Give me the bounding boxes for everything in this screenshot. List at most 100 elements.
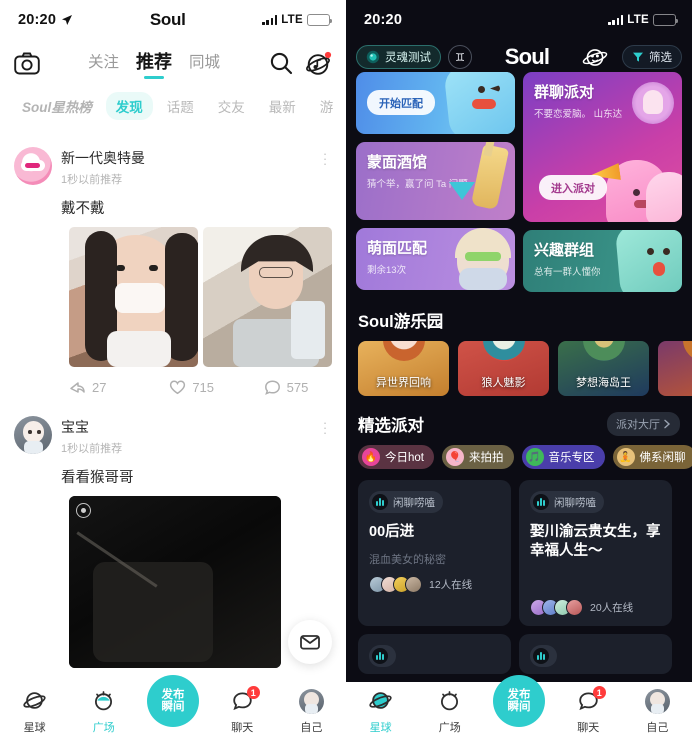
tabbar-item-profile[interactable]: 自己 [277,689,346,735]
post-actions: 27 715 575 [69,379,332,396]
right-status-bar: 20:20 LTE [346,0,692,40]
planet-face-icon[interactable] [582,47,609,68]
party-card-list[interactable]: 闲聊唠嗑 00后进 混血美女的秘密 12人在线 闲聊唠嗑 娶川渝云贵女生，享幸福… [346,480,692,674]
game-card[interactable]: 梦想海岛王 [558,341,649,396]
post-feed[interactable]: 新一代奥特曼 1秒以前推荐 · · · 戴不戴 27 715 575 宝宝 1秒… [0,137,346,682]
profile-avatar-icon [644,689,670,714]
soul-test-button[interactable]: 灵魂测试 [356,45,441,69]
signal-bars-icon [262,15,278,25]
publish-moment-button[interactable]: 发布 瞬间 [147,675,199,727]
enter-party-button[interactable]: 进入派对 [539,175,607,200]
party-card[interactable] [519,634,672,674]
tab-recommend[interactable]: 推荐 [136,48,172,79]
game-card[interactable] [658,341,692,396]
chip-zen-chat[interactable]: 🧘 佛系闲聊 [612,445,692,469]
filter-button[interactable]: 筛选 [622,45,682,69]
gemini-icon[interactable]: ♊ [448,45,472,69]
tabbar-item-planet[interactable]: 星球 [0,689,69,735]
camera-icon[interactable] [14,52,40,75]
game-name: 梦想海岛王 [576,377,631,389]
video-badge-icon [76,503,91,518]
post-timestamp: 1秒以前推荐 [61,443,123,455]
chip-today-hot[interactable]: 🔥 今日hot [358,445,434,469]
chip-music-zone[interactable]: 🎵 音乐专区 [521,445,605,469]
battery-icon [653,14,679,26]
game-avatar [382,341,425,361]
party-hall-label: 派对大厅 [616,419,660,431]
game-card[interactable]: 狼人魅影 [458,341,549,396]
carrier-label: LTE [627,14,649,26]
card-interest-group[interactable]: 兴趣群组 总有一群人懂你 [523,230,682,292]
soul-test-label: 灵魂测试 [385,52,431,64]
game-card-row[interactable]: 异世界回响 狼人魅影 梦想海岛王 [346,341,692,396]
card-start-match[interactable]: 开始匹配 [356,72,515,134]
app-title: Soul [149,10,186,29]
subtab-star-rank[interactable]: Soul星热榜 [12,92,102,120]
card-group-party[interactable]: 群聊派对 不要恋爱脑。 山东达 进入派对 [523,72,682,222]
subtab-topic[interactable]: 话题 [157,92,204,120]
comment-action[interactable]: 575 [264,379,332,396]
left-phone-screen: 20:20 Soul LTE 关注 推荐 同城 Soul星热榜 发现 话题 交友… [0,0,346,750]
more-vertical-icon[interactable]: · · · [318,416,332,439]
feed-post[interactable]: 新一代奥特曼 1秒以前推荐 · · · 戴不戴 27 715 575 [0,137,346,396]
share-count: 27 [92,380,107,395]
tabbar-item-chat[interactable]: 1 聊天 [554,686,623,735]
status-time: 20:20 [364,12,403,28]
tab-nearby[interactable]: 同城 [189,50,220,77]
search-icon[interactable] [268,50,295,77]
card-masked-bar[interactable]: 蒙面酒馆 猜个举，赢了问 Ta 问题 [356,142,515,220]
tabbar-item-profile[interactable]: 自己 [623,689,692,735]
like-action[interactable]: 715 [169,379,237,396]
tab-follow[interactable]: 关注 [88,50,119,77]
discover-scroll[interactable]: 开始匹配 蒙面酒馆 猜个举，赢了问 Ta 问题 萌面匹配 剩余13次 群聊派对 … [346,72,692,682]
subtab-discover[interactable]: 发现 [105,92,153,120]
party-title: 00后进 [369,524,415,540]
post-video[interactable] [69,496,281,668]
tabbar-label: 星球 [369,721,392,734]
equalizer-icon [533,648,549,664]
tabbar-item-square[interactable]: 广场 [69,689,138,735]
carrier-label: LTE [281,14,303,26]
soul-orb-icon [366,50,380,64]
post-image[interactable] [203,227,332,367]
post-image[interactable] [69,227,198,367]
more-vertical-icon[interactable]: · · · [318,147,332,170]
game-avatar [682,341,692,361]
party-card[interactable]: 闲聊唠嗑 娶川渝云贵女生，享幸福人生～ 20人在线 [519,480,672,626]
publish-moment-button[interactable]: 发布 瞬间 [493,675,545,727]
tabbar-label: 聊天 [577,721,600,734]
avatar-stack [530,599,583,616]
chat-badge: 1 [246,686,260,699]
message-fab[interactable] [288,620,332,664]
post-author[interactable]: 新一代奥特曼 [61,148,309,168]
party-tag: 闲聊唠嗑 [530,491,604,513]
party-card[interactable] [358,634,511,674]
party-card[interactable]: 闲聊唠嗑 00后进 混血美女的秘密 12人在线 [358,480,511,626]
subtab-latest[interactable]: 最新 [259,92,306,120]
post-text: 戴不戴 [61,201,105,217]
sub-tab-group: Soul星热榜 发现 话题 交友 最新 游 [0,86,346,129]
avatar[interactable] [14,147,52,185]
tabbar-label: 广场 [92,721,115,734]
avatar[interactable] [14,416,52,454]
status-time: 20:20 [18,12,57,28]
chip-come-shoot[interactable]: 🎈 来拍拍 [442,445,514,469]
game-card[interactable]: 异世界回响 [358,341,449,396]
feature-card-grid: 开始匹配 蒙面酒馆 猜个举，赢了问 Ta 问题 萌面匹配 剩余13次 群聊派对 … [346,72,692,292]
right-phone-screen: 20:20 LTE 灵魂测试 ♊ Soul 筛选 开始匹配 蒙面酒馆 猜个举，赢… [346,0,692,750]
party-hall-button[interactable]: 派对大厅 [607,412,680,436]
park-section-header: Soul游乐园 [346,292,692,341]
share-action[interactable]: 27 [69,379,137,396]
tabbar-item-planet[interactable]: 星球 [346,689,415,735]
tabbar-item-square[interactable]: 广场 [415,689,484,735]
subtab-games[interactable]: 游 [310,92,344,120]
post-author[interactable]: 宝宝 [61,417,309,437]
post-image-grid[interactable] [69,227,332,367]
subtab-friends[interactable]: 交友 [208,92,255,120]
card-cute-match[interactable]: 萌面匹配 剩余13次 [356,228,515,290]
party-category-chips[interactable]: 🔥 今日hot 🎈 来拍拍 🎵 音乐专区 🧘 佛系闲聊 [346,445,692,480]
publish-line2: 瞬间 [161,701,185,713]
start-match-button[interactable]: 开始匹配 [367,90,435,115]
music-planet-icon[interactable] [305,50,332,77]
tabbar-item-chat[interactable]: 1 聊天 [208,686,277,735]
